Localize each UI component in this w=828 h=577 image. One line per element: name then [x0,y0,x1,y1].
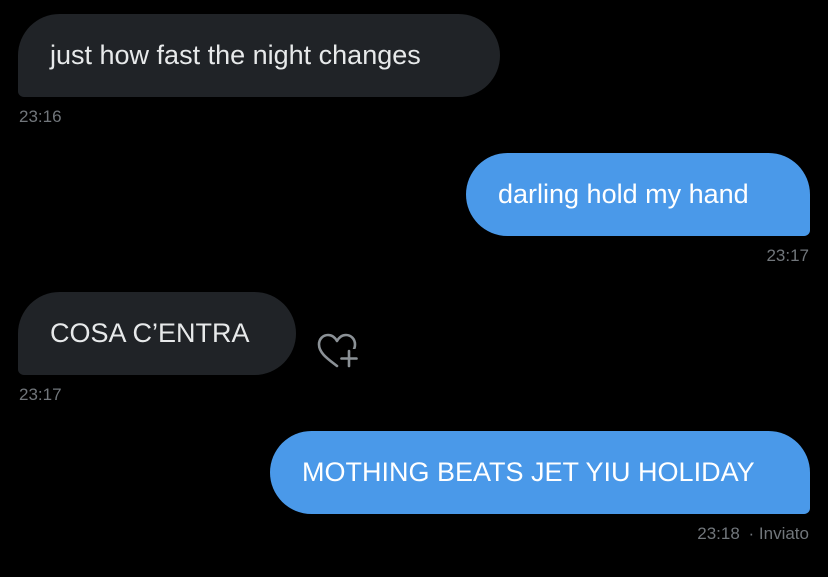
message-timestamp: 23:17 [766,246,809,265]
message-bubble-outgoing[interactable]: MOTHING BEATS JET YIU HOLIDAY [270,431,810,514]
message-text: MOTHING BEATS JET YIU HOLIDAY [302,457,755,487]
message-timestamp: 23:16 [19,107,62,126]
message-meta: 23:18 · Inviato [697,524,809,544]
message-bubble-outgoing[interactable]: darling hold my hand [466,153,810,236]
message-text: darling hold my hand [498,179,749,209]
add-reaction-icon [317,333,358,368]
message-timestamp: 23:17 [19,385,62,404]
message-text: COSA C’ENTRA [50,318,250,348]
message-bubble-incoming[interactable]: COSA C’ENTRA [18,292,296,375]
heart-plus-icon[interactable] [316,332,358,372]
message-bubble-incoming[interactable]: just how fast the night changes [18,14,500,97]
delivery-status: · Inviato [748,524,809,543]
message-text: just how fast the night changes [50,40,421,70]
message-timestamp: 23:18 [697,524,740,543]
